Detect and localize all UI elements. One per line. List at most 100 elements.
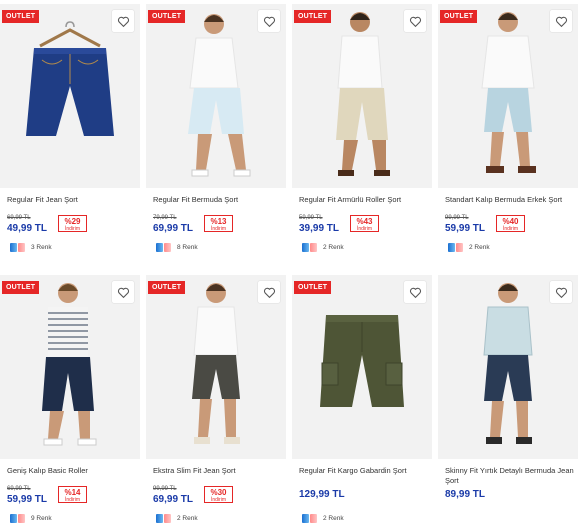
product-card[interactable]: OUTLET Ekstra Slim Fit Jean Şort 99,99 T… (146, 275, 286, 524)
heart-icon (263, 16, 275, 27)
product-image[interactable]: OUTLET (292, 4, 432, 188)
discount-percent: %29 (64, 217, 81, 226)
outlet-badge: OUTLET (148, 281, 186, 294)
product-title[interactable]: Standart Kalıp Bermuda Erkek Şort (438, 195, 578, 215)
price-row: 79,99 TL 69,99 TL %13 İndirim (146, 215, 286, 239)
price-row: 69,99 TL 59,99 TL %14 İndirim (0, 486, 140, 510)
color-swatch[interactable] (302, 513, 309, 523)
color-swatch[interactable] (10, 242, 17, 252)
color-count: 8 Renk (177, 243, 198, 251)
discount-label: İndirim (356, 226, 372, 232)
outlet-badge: OUTLET (294, 281, 332, 294)
color-options[interactable]: 8 Renk (146, 241, 286, 253)
product-card[interactable]: OUTLET Standart Kalıp Bermuda Erkek Şort… (438, 4, 578, 253)
outlet-badge: OUTLET (2, 281, 40, 294)
price-row: 99,99 TL 59,99 TL %40 İndirim (438, 215, 578, 239)
discount-badge: %43 İndirim (350, 215, 379, 232)
color-swatch[interactable] (164, 242, 171, 252)
color-swatch[interactable] (10, 513, 17, 523)
outlet-badge: OUTLET (440, 10, 478, 23)
product-image[interactable]: OUTLET (0, 275, 140, 459)
product-image[interactable]: OUTLET (438, 4, 578, 188)
favorite-button[interactable] (258, 281, 280, 303)
old-price: 79,99 TL (153, 215, 177, 221)
discount-badge: %40 İndirim (496, 215, 525, 232)
price: 69,99 TL (153, 494, 194, 505)
product-card[interactable]: OUTLET Regular Fit Armürlü Roller Şort 5… (292, 4, 432, 253)
outlet-badge: OUTLET (148, 10, 186, 23)
product-title[interactable]: Regular Fit Kargo Gabardin Şort (292, 466, 432, 486)
product-image[interactable]: OUTLET (146, 4, 286, 188)
product-image[interactable]: OUTLET (292, 275, 432, 459)
color-swatch[interactable] (164, 513, 171, 523)
color-count: 9 Renk (31, 514, 52, 522)
heart-icon (117, 287, 129, 298)
old-price: 59,99 TL (299, 215, 323, 221)
product-image[interactable]: OUTLET (146, 275, 286, 459)
old-price: 69,99 TL (7, 486, 31, 492)
favorite-button[interactable] (550, 281, 572, 303)
color-options[interactable]: 2 Renk (146, 512, 286, 524)
product-image[interactable] (438, 275, 578, 459)
product-card[interactable]: Skinny Fit Yırtık Detaylı Bermuda Jean Ş… (438, 275, 578, 510)
product-card[interactable]: OUTLET Regular Fit Jean Şort 69,99 TL 49… (0, 4, 140, 253)
price: 59,99 TL (7, 494, 48, 505)
discount-badge: %14 İndirim (58, 486, 87, 503)
outlet-badge: OUTLET (294, 10, 332, 23)
favorite-button[interactable] (258, 10, 280, 32)
color-swatch[interactable] (310, 513, 317, 523)
discount-percent: %14 (64, 488, 81, 497)
discount-percent: %43 (356, 217, 373, 226)
color-swatch[interactable] (448, 242, 455, 252)
discount-label: İndirim (502, 226, 518, 232)
color-count: 2 Renk (323, 514, 344, 522)
color-options[interactable]: 2 Renk (292, 241, 432, 253)
color-swatch[interactable] (156, 513, 163, 523)
discount-percent: %30 (210, 488, 227, 497)
product-grid: OUTLET Regular Fit Jean Şort 69,99 TL 49… (0, 0, 581, 525)
product-card[interactable]: OUTLET Geniş Kalıp Basic Roller 69,99 TL… (0, 275, 140, 524)
color-options[interactable]: 9 Renk (0, 512, 140, 524)
product-title[interactable]: Regular Fit Bermuda Şort (146, 195, 286, 215)
color-swatch[interactable] (302, 242, 309, 252)
discount-label: İndirim (64, 497, 80, 503)
discount-badge: %13 İndirim (204, 215, 233, 232)
price-row: 99,99 TL 69,99 TL %30 İndirim (146, 486, 286, 510)
product-card[interactable]: OUTLET Regular Fit Kargo Gabardin Şort 1… (292, 275, 432, 524)
price: 69,99 TL (153, 223, 194, 234)
favorite-button[interactable] (112, 10, 134, 32)
favorite-button[interactable] (550, 10, 572, 32)
discount-label: İndirim (210, 226, 226, 232)
favorite-button[interactable] (112, 281, 134, 303)
product-title[interactable]: Regular Fit Armürlü Roller Şort (292, 195, 432, 215)
product-title[interactable]: Ekstra Slim Fit Jean Şort (146, 466, 286, 486)
color-count: 3 Renk (31, 243, 52, 251)
old-price: 99,99 TL (153, 486, 177, 492)
heart-icon (555, 287, 567, 298)
color-swatch[interactable] (310, 242, 317, 252)
color-swatch[interactable] (18, 513, 25, 523)
product-image[interactable]: OUTLET (0, 4, 140, 188)
product-card[interactable]: OUTLET Regular Fit Bermuda Şort 79,99 TL… (146, 4, 286, 253)
favorite-button[interactable] (404, 10, 426, 32)
color-swatch[interactable] (18, 242, 25, 252)
product-title[interactable]: Regular Fit Jean Şort (0, 195, 140, 215)
color-swatch[interactable] (156, 242, 163, 252)
heart-icon (409, 16, 421, 27)
color-options[interactable]: 2 Renk (292, 512, 432, 524)
price: 49,99 TL (7, 223, 48, 234)
price: 129,99 TL (299, 489, 345, 500)
color-count: 2 Renk (323, 243, 344, 251)
product-title[interactable]: Geniş Kalıp Basic Roller (0, 466, 140, 486)
color-options[interactable]: 2 Renk (438, 241, 578, 253)
discount-label: İndirim (64, 226, 80, 232)
product-title[interactable]: Skinny Fit Yırtık Detaylı Bermuda Jean Ş… (438, 466, 578, 486)
discount-percent: %13 (210, 217, 227, 226)
color-swatch[interactable] (456, 242, 463, 252)
favorite-button[interactable] (404, 281, 426, 303)
color-count: 2 Renk (177, 514, 198, 522)
old-price: 99,99 TL (445, 215, 469, 221)
price-row: 69,99 TL 49,99 TL %29 İndirim (0, 215, 140, 239)
color-options[interactable]: 3 Renk (0, 241, 140, 253)
color-count: 2 Renk (469, 243, 490, 251)
